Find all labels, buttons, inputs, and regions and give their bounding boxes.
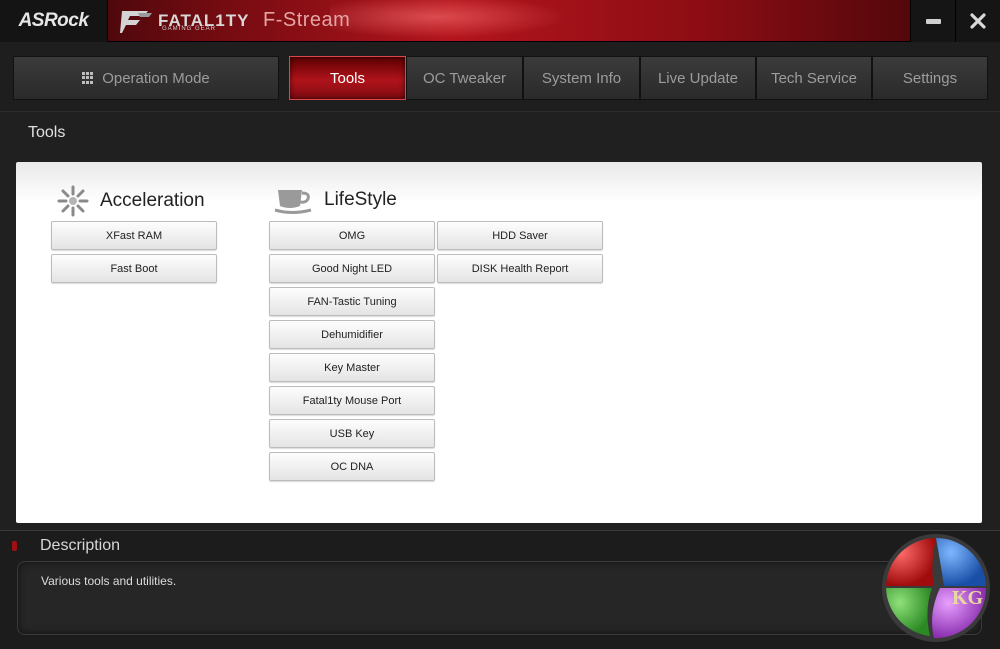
minimize-button[interactable] — [910, 0, 955, 42]
nav-oc-tweaker[interactable]: OC Tweaker — [406, 56, 523, 100]
description-indicator-icon — [12, 541, 17, 551]
fstream-window: ASRock FATAL1TY GAMING GEAR F-Stream Ope… — [0, 0, 1000, 649]
good-night-led-button[interactable]: Good Night LED — [269, 254, 435, 283]
description-title: Description — [40, 537, 121, 554]
kitguru-watermark-icon: KG — [882, 534, 990, 642]
omg-button[interactable]: OMG — [269, 221, 435, 250]
fatal1ty-emblem-icon — [120, 11, 152, 33]
fatal1ty-mouse-port-button[interactable]: Fatal1ty Mouse Port — [269, 386, 435, 415]
grid-icon — [82, 72, 94, 84]
acceleration-burst-icon — [57, 185, 89, 217]
dehumidifier-button[interactable]: Dehumidifier — [269, 320, 435, 349]
nav-label: OC Tweaker — [422, 69, 507, 87]
disk-health-report-button[interactable]: DISK Health Report — [437, 254, 603, 283]
main-navigation: Operation Mode Tools OC Tweaker System I… — [0, 42, 1000, 112]
close-button[interactable] — [955, 0, 1000, 42]
fatal1ty-tagline: GAMING GEAR — [162, 26, 217, 32]
nav-live-update[interactable]: Live Update — [640, 56, 756, 100]
nav-operation-mode[interactable]: Operation Mode — [13, 56, 279, 100]
nav-label: Tools — [329, 69, 366, 87]
nav-label: Operation Mode — [102, 69, 210, 87]
description-panel: Description Various tools and utilities. — [0, 530, 1000, 649]
app-title: F-Stream — [263, 9, 351, 31]
nav-settings[interactable]: Settings — [872, 56, 988, 100]
minimize-icon — [925, 18, 941, 24]
description-box: Various tools and utilities. — [17, 561, 982, 635]
nav-label: Tech Service — [771, 69, 857, 87]
title-bar: ASRock FATAL1TY GAMING GEAR F-Stream — [0, 0, 1000, 42]
oc-dna-button[interactable]: OC DNA — [269, 452, 435, 481]
fatal1ty-logo: FATAL1TY GAMING GEAR — [118, 5, 249, 37]
acceleration-group-header: Acceleration — [56, 184, 205, 218]
usb-key-button[interactable]: USB Key — [269, 419, 435, 448]
lifestyle-title: LifeStyle — [324, 189, 397, 210]
nav-system-info[interactable]: System Info — [523, 56, 640, 100]
tools-panel: Acceleration XFast RAM Fast Boot LifeSty… — [16, 162, 982, 523]
lifestyle-group-header: LifeStyle — [274, 184, 397, 216]
nav-tech-service[interactable]: Tech Service — [756, 56, 872, 100]
description-text: Various tools and utilities. — [41, 574, 177, 588]
close-icon — [970, 13, 986, 29]
nav-tools[interactable]: Tools — [289, 56, 406, 100]
asrock-logo: ASRock — [0, 0, 108, 42]
coffee-cup-icon — [274, 190, 312, 214]
hdd-saver-button[interactable]: HDD Saver — [437, 221, 603, 250]
kitguru-text: KG — [952, 587, 984, 609]
xfast-ram-button[interactable]: XFast RAM — [51, 221, 217, 250]
nav-label: System Info — [541, 69, 622, 87]
fan-tastic-tuning-button[interactable]: FAN-Tastic Tuning — [269, 287, 435, 316]
key-master-button[interactable]: Key Master — [269, 353, 435, 382]
asrock-logo-text: ASRock — [18, 10, 89, 31]
nav-label: Settings — [902, 69, 958, 87]
nav-label: Live Update — [657, 69, 739, 87]
section-title: Tools — [28, 124, 66, 141]
title-bar-glow — [330, 0, 590, 42]
acceleration-title: Acceleration — [100, 190, 205, 211]
fast-boot-button[interactable]: Fast Boot — [51, 254, 217, 283]
